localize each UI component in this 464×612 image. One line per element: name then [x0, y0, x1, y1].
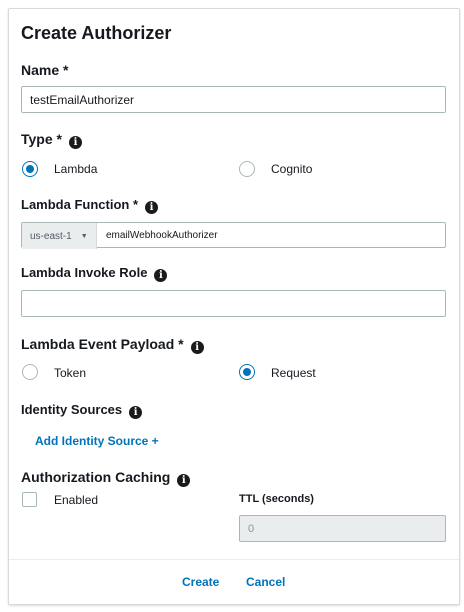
create-button[interactable]: Create — [182, 575, 219, 589]
lambda-function-label: Lambda Function * i — [21, 197, 158, 214]
identity-sources-label-text: Identity Sources — [21, 402, 123, 417]
name-input-value: testEmailAuthorizer — [30, 92, 135, 107]
payload-request-radio[interactable] — [239, 364, 255, 380]
payload-token-radio[interactable] — [22, 364, 38, 380]
invoke-role-input[interactable] — [21, 290, 446, 317]
info-icon[interactable]: i — [154, 269, 168, 282]
create-authorizer-panel: Create Authorizer Name * testEmailAuthor… — [8, 8, 460, 605]
invoke-role-label: Lambda Invoke Role i — [21, 265, 168, 282]
ttl-label: TTL (seconds) — [239, 493, 314, 505]
caching-enabled-label[interactable]: Enabled — [54, 493, 98, 507]
type-cognito-label[interactable]: Cognito — [271, 162, 312, 176]
lambda-function-field: us-east-1 ▼ emailWebhookAuthorizer — [21, 222, 446, 249]
region-select[interactable]: us-east-1 ▼ — [22, 223, 97, 249]
info-icon[interactable]: i — [177, 474, 191, 487]
panel-title: Create Authorizer — [21, 23, 172, 43]
info-icon[interactable]: i — [68, 136, 82, 149]
event-payload-label: Lambda Event Payload * i — [21, 336, 204, 354]
type-lambda-label[interactable]: Lambda — [54, 162, 97, 176]
info-icon[interactable]: i — [145, 201, 158, 214]
type-cognito-radio[interactable] — [239, 161, 255, 177]
event-payload-label-text: Lambda Event Payload * — [21, 336, 184, 352]
type-label-text: Type * — [21, 131, 62, 147]
caret-down-icon: ▼ — [80, 232, 88, 240]
payload-request-label[interactable]: Request — [271, 366, 316, 380]
cancel-button[interactable]: Cancel — [246, 575, 285, 589]
type-lambda-radio[interactable] — [22, 161, 38, 177]
identity-sources-label: Identity Sources i — [21, 402, 143, 419]
name-label: Name * — [21, 62, 69, 78]
caching-enabled-checkbox[interactable] — [22, 492, 37, 507]
payload-token-label[interactable]: Token — [54, 366, 86, 380]
caching-label-text: Authorization Caching — [21, 469, 171, 485]
footer-divider — [9, 559, 459, 560]
caching-label: Authorization Caching i — [21, 469, 191, 487]
type-label: Type * i — [21, 131, 82, 149]
lambda-function-label-text: Lambda Function * — [21, 197, 138, 212]
ttl-placeholder: 0 — [248, 522, 255, 535]
info-icon[interactable]: i — [129, 406, 143, 419]
add-identity-source-link[interactable]: Add Identity Source + — [35, 434, 159, 448]
name-input[interactable]: testEmailAuthorizer — [21, 86, 446, 113]
lambda-function-input[interactable]: emailWebhookAuthorizer — [106, 230, 218, 241]
invoke-role-label-text: Lambda Invoke Role — [21, 265, 148, 280]
region-value: us-east-1 — [30, 230, 72, 242]
ttl-input[interactable]: 0 — [239, 515, 446, 542]
info-icon[interactable]: i — [190, 341, 204, 354]
